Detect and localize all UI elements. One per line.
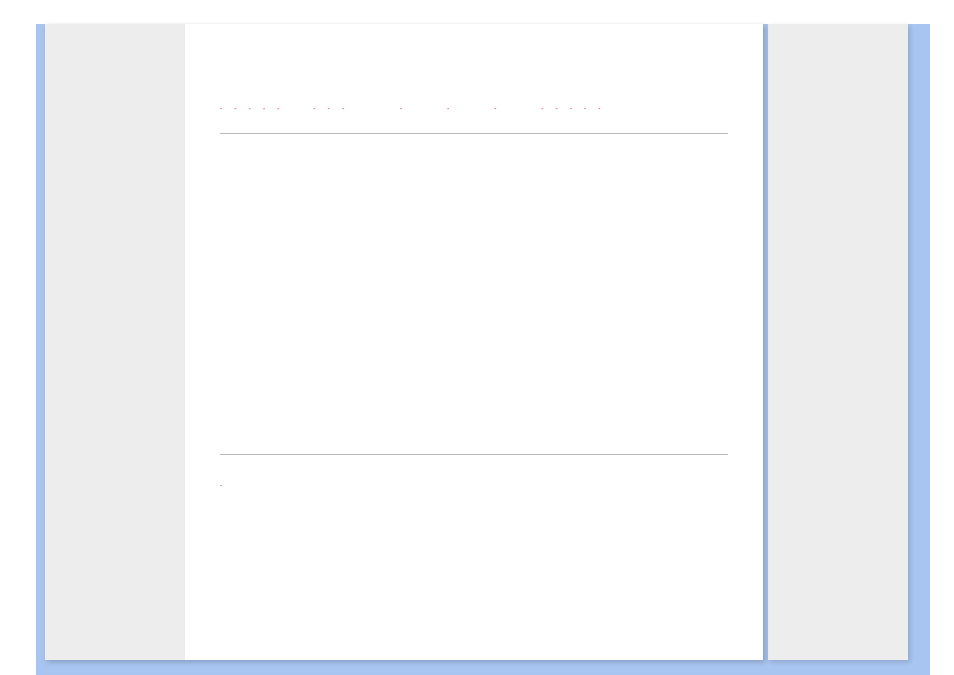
page-content-area: - - - - - - - - - - - - - - - - -	[200, 24, 748, 660]
document-footer-mark: -	[220, 483, 728, 490]
document-page[interactable]: - - - - - - - - - - - - - - - - -	[45, 24, 763, 660]
page-left-sidebar	[45, 24, 185, 660]
divider-bottom	[220, 454, 728, 455]
divider-top	[220, 133, 728, 134]
document-heading: - - - - - - - - - - - - - - - -	[220, 106, 728, 113]
page-right-sidebar	[768, 24, 908, 660]
